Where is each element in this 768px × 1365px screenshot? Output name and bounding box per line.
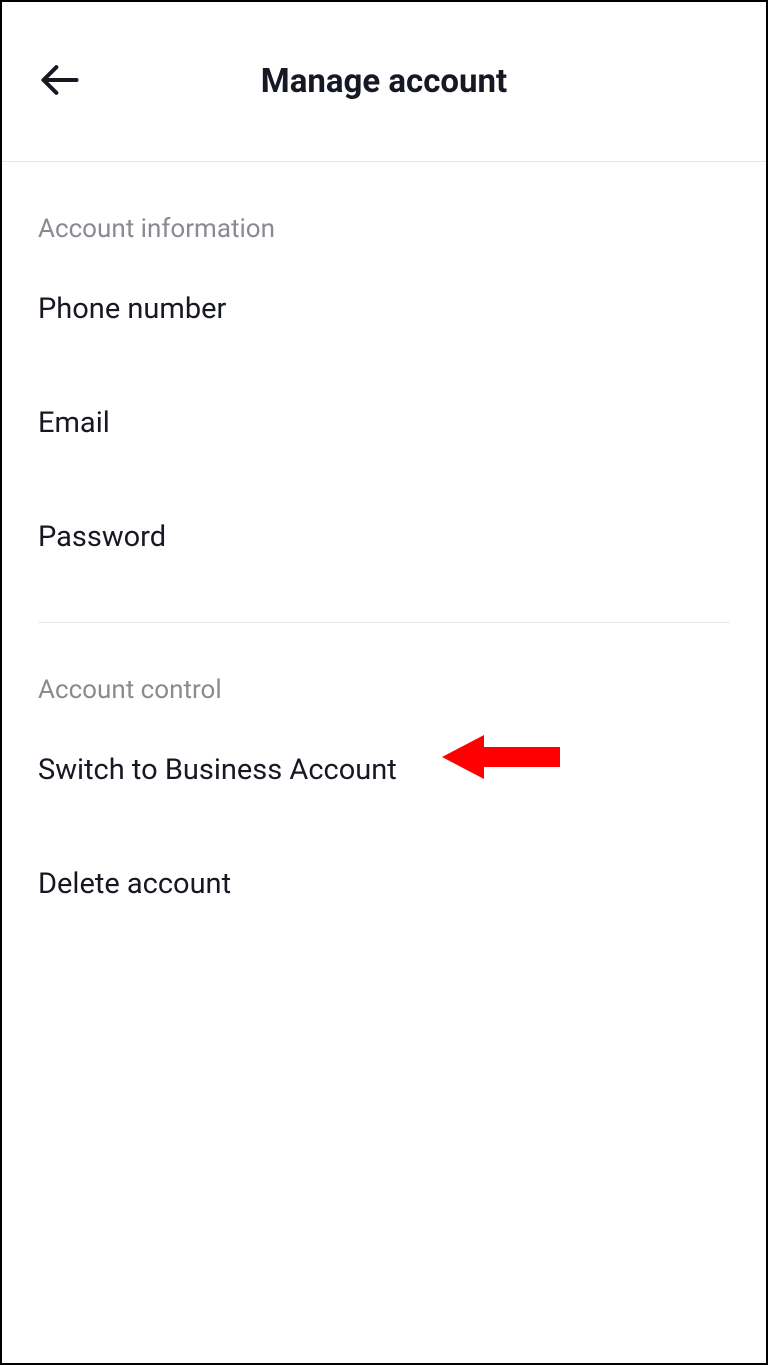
list-item-delete-account[interactable]: Delete account [38,827,730,941]
section-header-account-information: Account information [38,162,730,252]
section-header-account-control: Account control [38,623,730,713]
list-item-password[interactable]: Password [38,480,730,594]
list-item-phone-number[interactable]: Phone number [38,252,730,366]
list-item-label: Delete account [38,867,231,901]
arrow-left-icon [38,58,82,106]
list-item-switch-to-business-account[interactable]: Switch to Business Account [38,713,730,827]
list-item-label: Phone number [38,292,226,326]
content: Account information Phone number Email P… [2,162,766,941]
list-item-label: Password [38,520,166,554]
page-title: Manage account [38,62,730,101]
back-button[interactable] [38,58,82,106]
header: Manage account [2,2,766,162]
list-item-label: Switch to Business Account [38,753,397,787]
list-item-email[interactable]: Email [38,366,730,480]
list-item-label: Email [38,406,110,440]
